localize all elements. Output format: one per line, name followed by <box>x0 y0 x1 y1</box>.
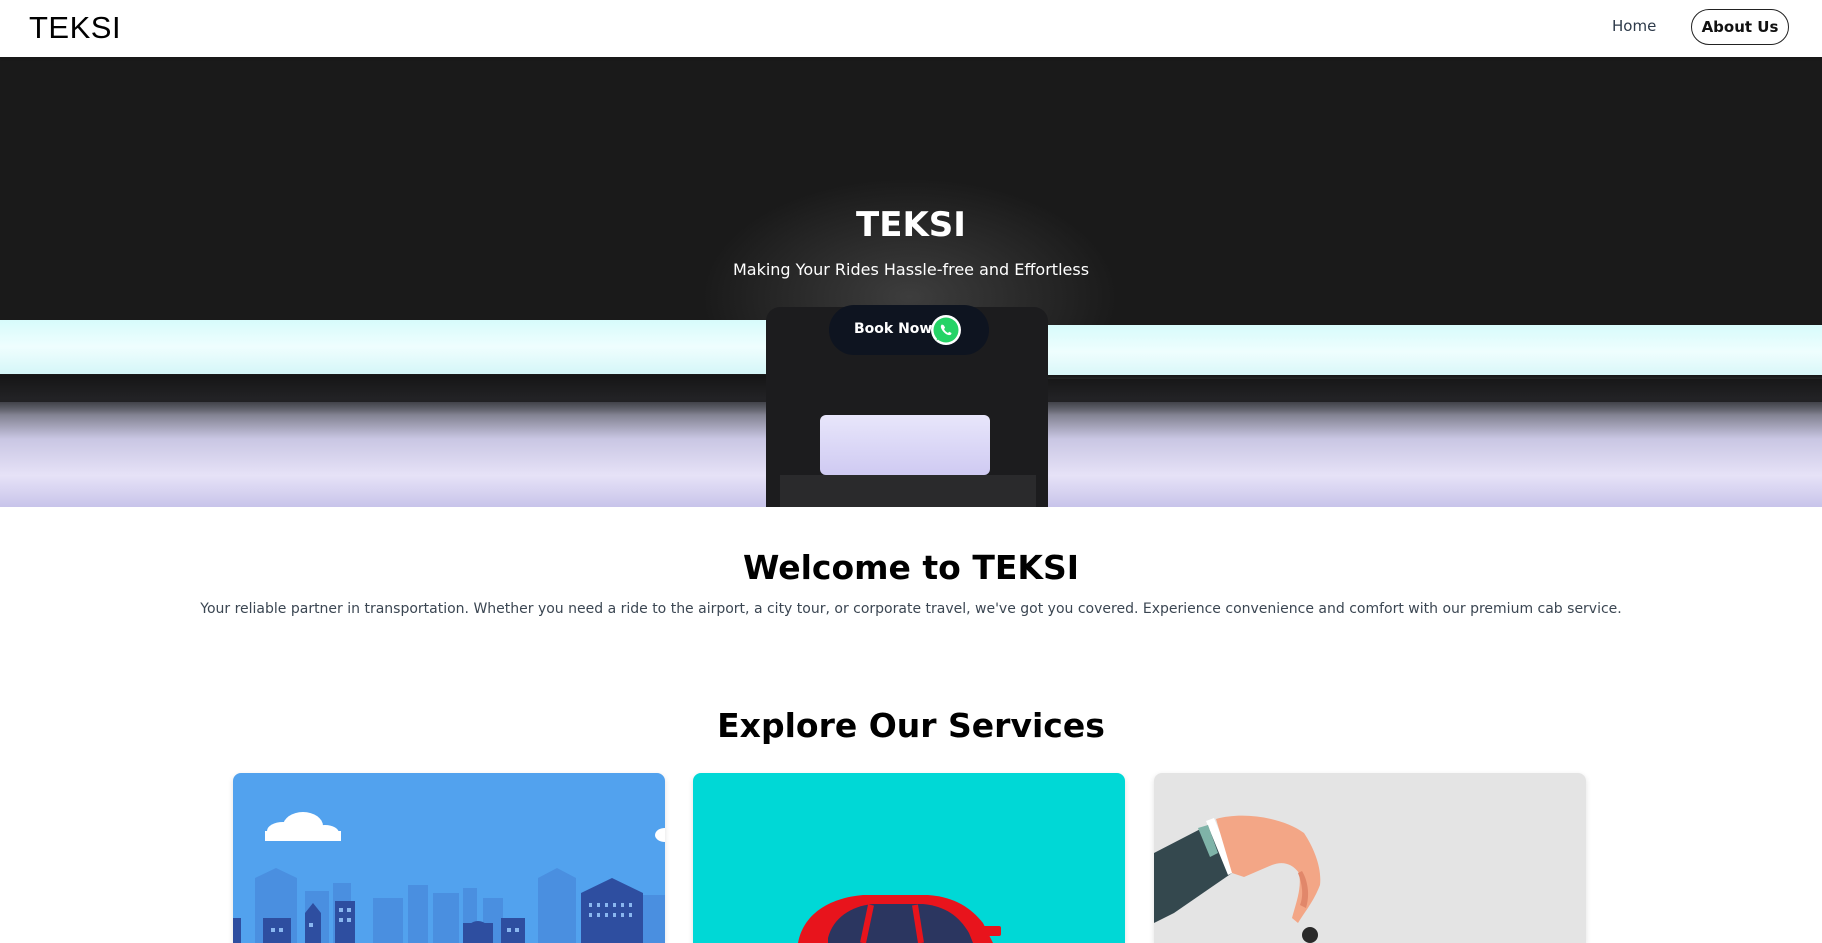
book-now-label: Book Now <box>854 321 933 337</box>
service-card-car-key[interactable] <box>1154 773 1586 943</box>
service-card-car[interactable] <box>693 773 1125 943</box>
welcome-title: Welcome to TEKSI <box>742 548 1079 587</box>
whatsapp-icon <box>931 315 961 345</box>
nav-home-link[interactable]: Home <box>1612 17 1656 35</box>
city-skyline-illustration <box>233 812 665 943</box>
hero-light-bar-right <box>1046 325 1822 379</box>
navbar: TEKSI Home About Us <box>0 0 1822 57</box>
red-car-illustration <box>798 895 1001 943</box>
about-us-button[interactable]: About Us <box>1691 9 1789 45</box>
hero-section <box>0 57 1822 507</box>
welcome-text: Your reliable partner in transportation.… <box>200 601 1622 617</box>
brand-logo[interactable]: TEKSI <box>29 10 121 46</box>
hand-with-car-key-illustration <box>1154 815 1321 943</box>
book-now-button[interactable]: Book Now <box>829 305 989 355</box>
hero-car-window <box>820 415 990 475</box>
hero-light-bar-left <box>0 320 768 374</box>
hero-title: TEKSI <box>856 205 966 245</box>
hero-subtitle: Making Your Rides Hassle-free and Effort… <box>732 260 1090 279</box>
services-title: Explore Our Services <box>717 706 1105 745</box>
service-card-city[interactable] <box>233 773 665 943</box>
hero-car-bottom <box>780 475 1036 507</box>
